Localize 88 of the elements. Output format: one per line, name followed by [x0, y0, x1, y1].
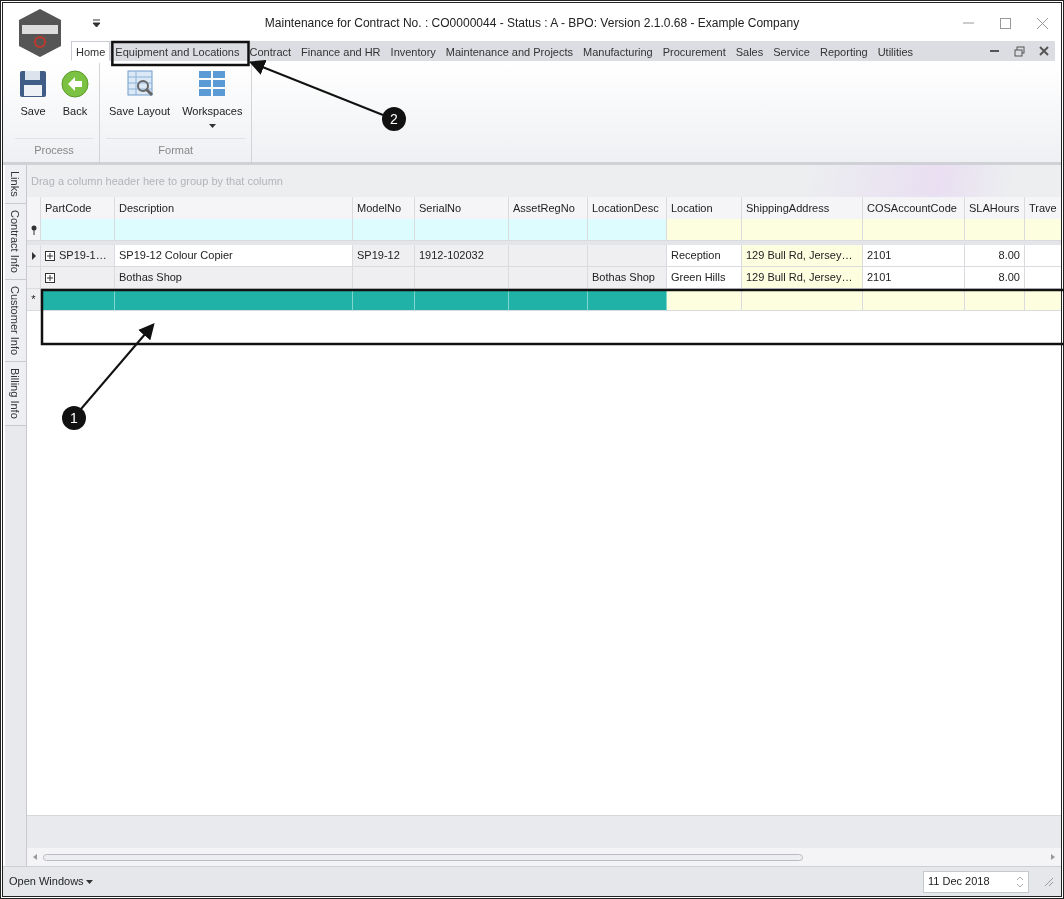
- filter-cell[interactable]: [588, 219, 667, 241]
- column-header[interactable]: ModelNo: [353, 197, 415, 221]
- ribbon-tab[interactable]: Sales: [730, 41, 769, 61]
- column-header[interactable]: Location: [667, 197, 742, 221]
- ribbon-tab[interactable]: Maintenance and Projects: [440, 41, 578, 61]
- side-tab[interactable]: Links: [5, 165, 26, 204]
- ribbon-tab[interactable]: Inventory: [385, 41, 441, 61]
- table-cell: 129 Bull Rd, Jersey…: [742, 245, 863, 267]
- column-header[interactable]: SLAHours: [965, 197, 1025, 221]
- group-label: Format: [106, 137, 246, 162]
- table-wrench-icon: [124, 69, 155, 99]
- filter-cell[interactable]: [509, 219, 588, 241]
- column-header[interactable]: PartCode: [41, 197, 115, 221]
- filter-cell[interactable]: [742, 219, 863, 241]
- filter-cell[interactable]: [115, 219, 353, 241]
- maximize-icon[interactable]: [999, 16, 1012, 30]
- column-header[interactable]: COSAccountCode: [863, 197, 965, 221]
- ribbon-tab[interactable]: Service: [768, 41, 815, 61]
- ribbon-tab[interactable]: Equipment and Locations: [110, 41, 245, 61]
- workspaces-button[interactable]: Workspaces: [179, 67, 246, 138]
- column-header[interactable]: AssetRegNo: [509, 197, 588, 221]
- scroll-right-icon[interactable]: [1051, 854, 1055, 860]
- row-indicator[interactable]: [27, 245, 41, 267]
- row-indicator[interactable]: *: [27, 289, 41, 311]
- column-header[interactable]: ShippingAddress: [742, 197, 863, 221]
- window-title: Maintenance for Contract No. : CO0000044 - Status : A - BPO: Version 2.1.0.68 - Example Company: [263, 15, 801, 32]
- filter-cell[interactable]: [1025, 219, 1061, 241]
- row-pointer-icon: [31, 251, 36, 260]
- app-logo[interactable]: [16, 8, 64, 58]
- side-tab[interactable]: Billing Info: [5, 361, 26, 426]
- expand-icon[interactable]: [45, 272, 55, 283]
- column-header[interactable]: LocationDesc: [588, 197, 667, 221]
- side-tab[interactable]: Contract Info: [5, 203, 26, 280]
- pin-icon[interactable]: [30, 224, 37, 235]
- ribbon-tab[interactable]: Contract: [244, 41, 297, 61]
- table-cell: SP19-12 Colour Copier: [115, 245, 353, 267]
- filter-cell[interactable]: [353, 219, 415, 241]
- column-header[interactable]: SerialNo: [415, 197, 509, 221]
- filter-cell[interactable]: [667, 219, 742, 241]
- scroll-left-icon[interactable]: [33, 854, 37, 860]
- open-windows-button[interactable]: Open Windows: [9, 873, 94, 890]
- scrollbar-thumb[interactable]: [43, 853, 803, 861]
- table-cell: 1912-102032: [415, 245, 509, 267]
- quick-access-dropdown-icon[interactable]: [91, 18, 102, 28]
- spin-icon[interactable]: [1016, 875, 1024, 888]
- table-cell: SP19-12: [353, 245, 415, 267]
- callout-number: 2: [382, 107, 406, 131]
- table-cell: 8.00: [965, 245, 1025, 267]
- mdi-close-icon[interactable]: [1039, 46, 1049, 56]
- resize-grip-icon: [1043, 875, 1055, 888]
- close-icon[interactable]: [1036, 16, 1049, 30]
- layout-button[interactable]: Save Layout: [106, 67, 174, 138]
- ribbon-tab[interactable]: Utilities: [872, 41, 919, 61]
- group-label: Process: [15, 137, 93, 162]
- save-button[interactable]: Save: [15, 67, 51, 138]
- table-cell: Green Hills: [667, 267, 742, 289]
- mdi-restore-icon[interactable]: [1014, 45, 1025, 57]
- grid-tiles-icon: [197, 69, 228, 99]
- ribbon-tab[interactable]: Home: [71, 41, 111, 61]
- ribbon-tab[interactable]: Finance and HR: [296, 41, 386, 61]
- table-cell: 8.00: [965, 267, 1025, 289]
- column-header[interactable]: Description: [115, 197, 353, 221]
- table-cell: 2101: [863, 245, 965, 267]
- date-field[interactable]: 11 Dec 2018: [923, 870, 1029, 893]
- table-cell: [965, 289, 1025, 311]
- table-cell: [353, 289, 415, 311]
- table-cell: Reception: [667, 245, 742, 267]
- callout-number: 1: [62, 406, 86, 430]
- side-tab[interactable]: Customer Info: [5, 279, 26, 362]
- table-cell: 129 Bull Rd, Jersey…: [742, 267, 863, 289]
- table-cell: 2101: [863, 267, 965, 289]
- filter-cell[interactable]: [863, 219, 965, 241]
- table-cell: Bothas Shop: [115, 267, 353, 289]
- caret-icon: [86, 879, 94, 884]
- expand-icon[interactable]: [45, 250, 55, 261]
- cell-text: SP19-1…: [59, 248, 107, 264]
- ribbon-tab[interactable]: Manufacturing: [578, 41, 658, 61]
- filter-cell[interactable]: [415, 219, 509, 241]
- save-icon: [18, 69, 48, 99]
- ribbon-tab[interactable]: Procurement: [657, 41, 731, 61]
- table-cell: [1025, 289, 1061, 311]
- back-button[interactable]: Back: [57, 67, 93, 138]
- ribbon-tab[interactable]: Reporting: [814, 41, 873, 61]
- filter-cell[interactable]: [41, 219, 115, 241]
- table-cell: [353, 267, 415, 289]
- table-cell: Bothas Shop: [588, 267, 667, 289]
- filter-cell[interactable]: [965, 219, 1025, 241]
- column-header[interactable]: Trave: [1025, 197, 1061, 221]
